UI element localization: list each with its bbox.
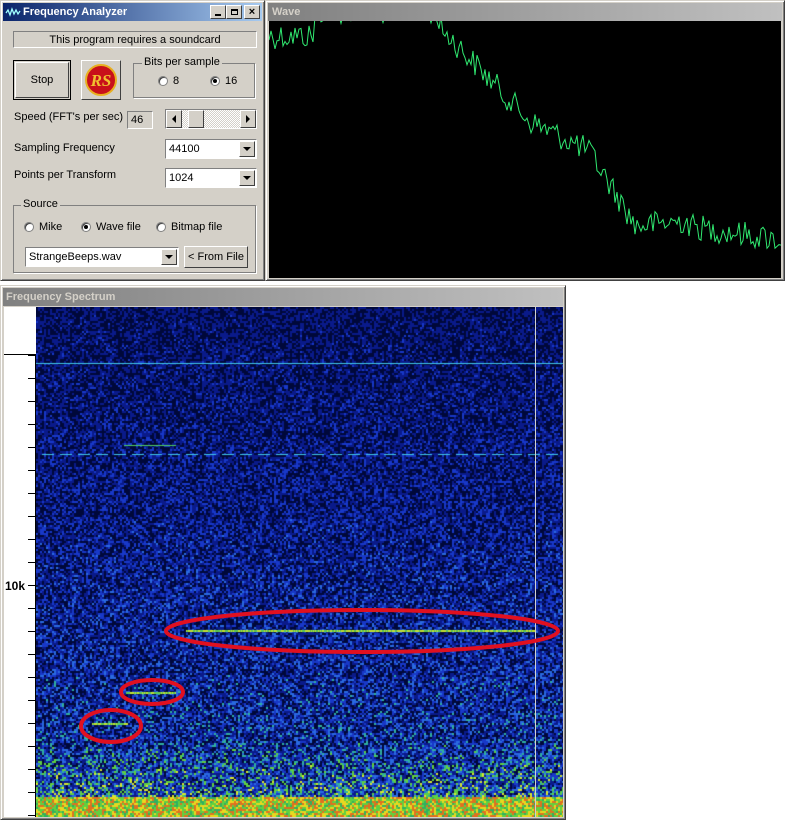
wave-display <box>269 21 781 278</box>
rs-logo-button[interactable]: RS <box>81 60 121 100</box>
wave-window: Wave <box>265 0 785 281</box>
maximize-button[interactable] <box>226 5 242 19</box>
stop-button-face: Stop <box>15 62 69 98</box>
soundcard-notice-text: This program requires a soundcard <box>49 33 221 46</box>
svg-text:RS: RS <box>90 71 112 90</box>
source-group: Source Mike Wave file Bitmap file Strang… <box>13 198 256 273</box>
sampling-frequency-select[interactable]: 44100 <box>165 139 257 159</box>
speed-value-field: 46 <box>127 111 153 129</box>
spectrum-title: Frequency Spectrum <box>6 291 116 303</box>
minimize-icon <box>215 14 221 16</box>
bits-16-radio-indicator <box>210 76 220 86</box>
highlight-ellipse-long-tone <box>164 608 560 654</box>
rs-logo-icon: RS <box>85 64 117 96</box>
analyzer-title: Frequency Analyzer <box>23 6 128 18</box>
bits-8-label: 8 <box>173 75 180 87</box>
stop-label: Stop <box>30 74 54 86</box>
bitmap-file-radio[interactable]: Bitmap file <box>156 221 222 233</box>
chevron-down-icon[interactable] <box>239 141 255 157</box>
speed-label: Speed (FFT's per sec) <box>14 111 124 123</box>
source-label: Source <box>21 198 60 210</box>
points-per-transform-value: 1024 <box>169 172 194 184</box>
speed-scrollbar[interactable] <box>165 109 257 129</box>
bits-8-radio[interactable]: 8 <box>158 75 179 87</box>
left-arrow-icon <box>172 115 176 123</box>
right-arrow-icon <box>246 115 250 123</box>
from-file-button[interactable]: < From File <box>184 246 248 268</box>
speed-slider-thumb[interactable] <box>188 110 204 128</box>
highlight-ellipse-mid-tone <box>119 678 185 706</box>
bitmap-file-label: Bitmap file <box>171 221 223 233</box>
soundcard-notice: This program requires a soundcard <box>13 31 257 48</box>
bitmap-file-radio-indicator <box>156 222 166 232</box>
minimize-button[interactable] <box>210 5 226 19</box>
from-file-label: < From File <box>188 251 244 263</box>
frequency-spectrum-window: Frequency Spectrum 10k <box>0 285 566 820</box>
wave-file-value: StrangeBeeps.wav <box>29 251 122 263</box>
mike-radio[interactable]: Mike <box>24 221 62 233</box>
wave-file-label: Wave file <box>96 221 141 233</box>
wave-file-radio-indicator <box>81 222 91 232</box>
wave-file-radio[interactable]: Wave file <box>81 221 141 233</box>
waveform-app-icon <box>5 7 21 17</box>
chevron-down-icon[interactable] <box>161 249 177 265</box>
points-per-transform-label: Points per Transform <box>14 169 117 181</box>
highlight-ellipse-low-tone <box>79 708 143 744</box>
bits-16-radio[interactable]: 16 <box>210 75 237 87</box>
close-icon: × <box>248 5 256 18</box>
waveform-plot <box>269 21 781 250</box>
frequency-analyzer-window: Frequency Analyzer × This program requir… <box>0 0 265 281</box>
chevron-down-icon[interactable] <box>239 170 255 186</box>
stop-button[interactable]: Stop <box>13 60 71 100</box>
bits-per-sample-group: Bits per sample 8 16 <box>133 56 255 98</box>
wave-title: Wave <box>272 6 301 18</box>
close-button[interactable]: × <box>244 5 260 19</box>
waveform-trace <box>269 21 781 250</box>
mike-label: Mike <box>39 221 63 233</box>
analyzer-titlebar[interactable]: Frequency Analyzer × <box>3 3 262 21</box>
highlight-overlay <box>79 608 560 744</box>
mike-radio-indicator <box>24 222 34 232</box>
bits-8-radio-indicator <box>158 76 168 86</box>
sampling-frequency-label: Sampling Frequency <box>14 142 115 154</box>
maximize-icon <box>230 9 238 15</box>
points-per-transform-select[interactable]: 1024 <box>165 168 257 188</box>
wave-titlebar[interactable]: Wave <box>268 3 782 21</box>
bits-16-label: 16 <box>225 75 238 87</box>
spectrum-titlebar[interactable]: Frequency Spectrum <box>3 288 563 306</box>
spectrum-panel: 10k <box>4 307 563 817</box>
wave-file-select[interactable]: StrangeBeeps.wav <box>25 247 179 267</box>
bits-per-sample-label: Bits per sample <box>142 56 222 68</box>
speed-scroll-left[interactable] <box>166 110 182 128</box>
speed-value: 46 <box>131 114 144 126</box>
sampling-frequency-value: 44100 <box>169 143 200 155</box>
speed-scroll-right[interactable] <box>240 110 256 128</box>
